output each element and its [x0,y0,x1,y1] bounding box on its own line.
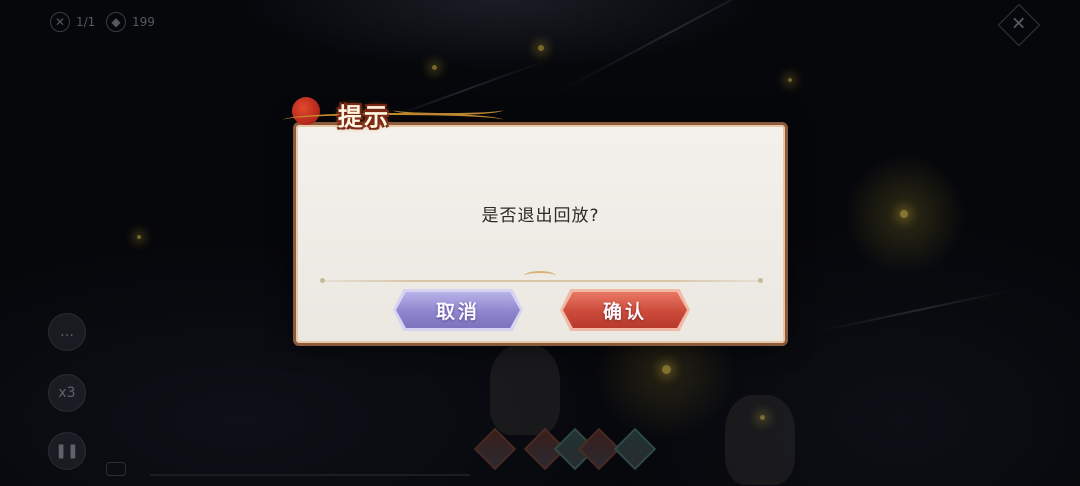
divider-dot [758,278,763,283]
title-ribbon [393,105,503,115]
pause-icon: ❚❚ [55,443,79,459]
chat-bubble-icon: … [60,324,74,340]
character-silhouette [725,395,795,485]
sparkle [137,235,141,239]
title-ribbon [283,113,503,127]
dialog-title: 提示 [338,102,390,131]
dialog-message: 是否退出回放? [481,206,600,226]
hud-counter: ✕ 1/1 [50,12,95,32]
sparkle [900,210,908,218]
replay-progress-bar[interactable] [150,474,470,476]
divider-ornament [524,271,556,281]
exit-replay-dialog: 是否退出回放? 取消 确认 [293,122,788,346]
crossed-swords-icon: ✕ [50,12,70,32]
sparkle [538,45,544,51]
speed-button[interactable]: x3 [48,374,86,412]
light-streak [559,0,791,92]
close-icon: ✕ [1011,14,1027,35]
hud-currency-text: 199 [132,15,155,29]
sparkle [432,65,437,70]
cancel-button[interactable]: 取消 [396,292,520,328]
pause-button[interactable]: ❚❚ [48,432,86,470]
chat-button[interactable]: … [48,313,86,351]
divider-dot [320,278,325,283]
character-silhouette [490,345,560,435]
coin-icon: ◆ [106,12,126,32]
sparkle [662,365,671,374]
sparkle [788,78,792,82]
speed-label: x3 [58,385,76,401]
hud-currency: ◆ 199 [106,12,155,32]
hud-counter-text: 1/1 [76,15,96,29]
dialog-title-badge [283,97,513,135]
progress-knob[interactable] [106,462,126,476]
light-streak [819,288,1016,332]
confirm-button[interactable]: 确认 [563,292,687,328]
